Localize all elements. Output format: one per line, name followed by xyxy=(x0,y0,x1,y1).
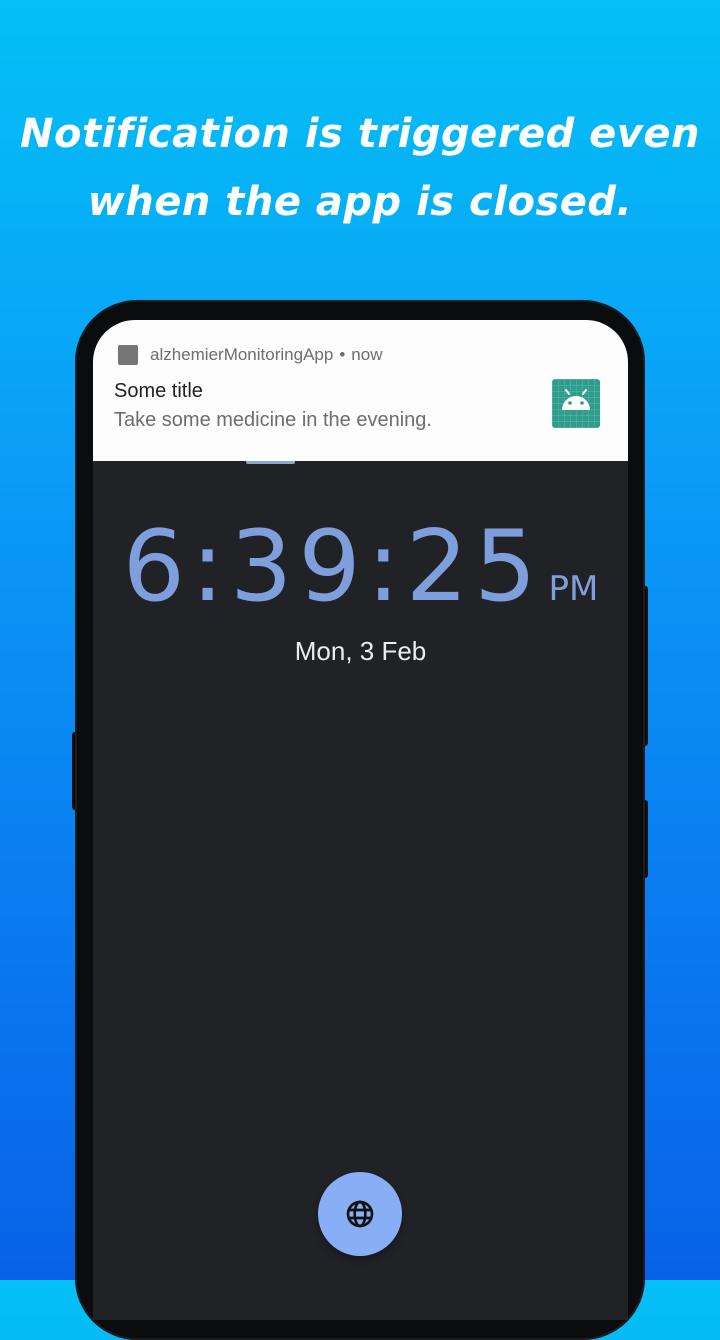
phone-screen: alzhemierMonitoringApp • now Some title Ta… xyxy=(93,320,628,1320)
notification-separator: • xyxy=(339,345,346,364)
clock-time: 6:39:25 xyxy=(122,510,543,624)
clock-ampm: PM xyxy=(548,569,599,609)
app-small-icon xyxy=(118,345,138,365)
notification-app-name: alzhemierMonitoringApp xyxy=(150,345,334,364)
notification-drag-handle[interactable] xyxy=(246,461,295,464)
android-icon xyxy=(552,379,600,428)
notification-header: alzhemierMonitoringApp • now xyxy=(150,345,382,365)
clock-date: Mon, 3 Feb xyxy=(294,636,427,666)
world-clock-button[interactable] xyxy=(318,1172,402,1256)
notification-title: Some title xyxy=(114,380,203,402)
notification-time: now xyxy=(351,345,383,364)
notification-text: Take some medicine in the evening. xyxy=(114,409,432,431)
headline-line-2: when the app is closed. xyxy=(87,179,633,225)
clock: 6:39:25 PM xyxy=(93,510,628,624)
notification-card[interactable]: alzhemierMonitoringApp • now Some title Ta… xyxy=(93,320,628,461)
headline-line-1: Notification is triggered even xyxy=(20,111,700,157)
headline: Notification is triggered even when the … xyxy=(0,100,720,236)
globe-icon xyxy=(346,1200,374,1228)
